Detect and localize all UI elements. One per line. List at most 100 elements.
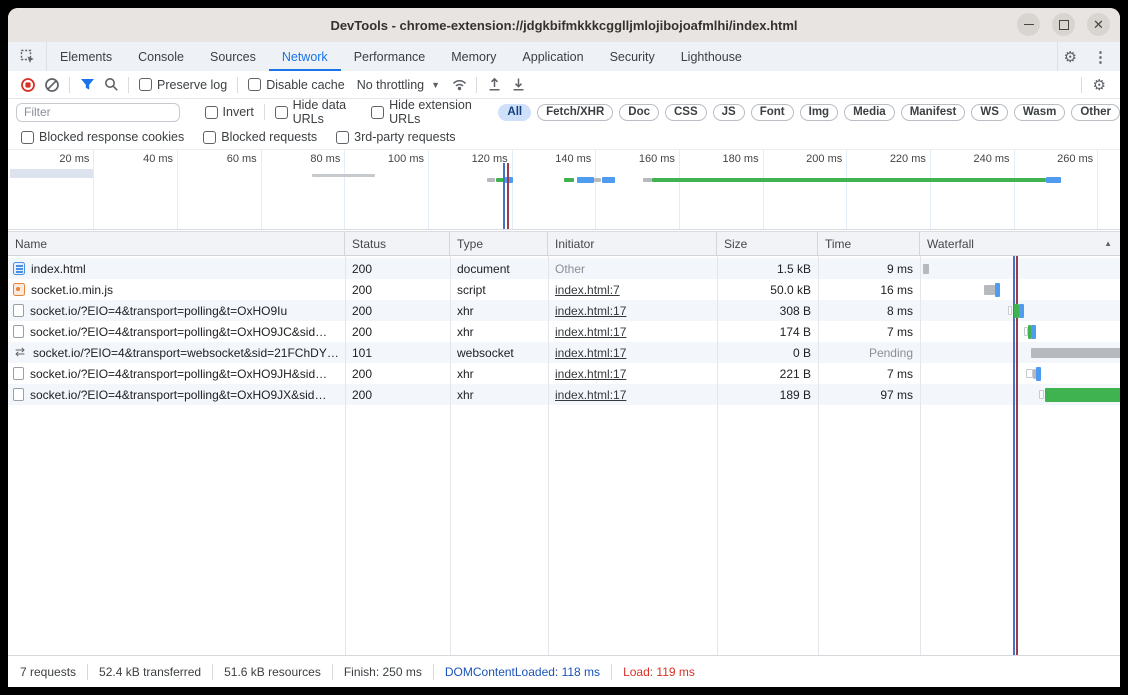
minimize-button[interactable] [1017, 13, 1040, 36]
table-row[interactable]: socket.io/?EIO=4&transport=polling&t=OxH… [8, 321, 1120, 342]
requests-table-header: NameStatus Type InitiatorSizeTimeWaterfall… [8, 231, 1120, 256]
initiator-link[interactable]: index.html:17 [555, 304, 626, 318]
settings-gear-icon[interactable]: ⚙ [1058, 48, 1083, 66]
type-cell: xhr [450, 363, 548, 384]
tab-memory[interactable]: Memory [438, 42, 509, 71]
network-filter-row: Invert Hide data URLs Hide extension URL… [8, 99, 1120, 125]
table-row[interactable]: index.html200documentOther1.5 kB9 ms [8, 258, 1120, 279]
time-cell: 16 ms [818, 279, 920, 300]
export-har-button[interactable] [506, 74, 530, 96]
hide-extension-urls-checkbox[interactable]: Hide extension URLs [371, 98, 481, 126]
blocked-requests-checkbox[interactable]: Blocked requests [203, 130, 317, 144]
column-header-time[interactable]: Time [818, 232, 920, 255]
tab-lighthouse[interactable]: Lighthouse [668, 42, 755, 71]
time-cell: 8 ms [818, 300, 920, 321]
request-name: index.html [31, 262, 86, 276]
3rd-party-requests-checkbox[interactable]: 3rd-party requests [336, 130, 455, 144]
search-button[interactable] [99, 74, 123, 96]
filter-chip-media[interactable]: Media [844, 104, 895, 121]
table-row[interactable]: socket.io/?EIO=4&transport=polling&t=OxH… [8, 300, 1120, 321]
network-conditions-button[interactable] [447, 74, 471, 96]
record-network-log-button[interactable] [16, 74, 40, 96]
filter-chip-other[interactable]: Other [1071, 104, 1120, 121]
filter-chip-ws[interactable]: WS [971, 104, 1008, 121]
initiator-cell: index.html:17 [548, 342, 717, 363]
tab-network[interactable]: Network [269, 42, 341, 71]
request-name-cell: socket.io/?EIO=4&transport=polling&t=OxH… [8, 300, 345, 321]
filter-chip-js[interactable]: JS [713, 104, 745, 121]
title-bar[interactable]: DevTools - chrome-extension://jdgkbifmkk… [8, 8, 1120, 43]
initiator-text: Other [555, 262, 585, 276]
request-name: socket.io/?EIO=4&transport=polling&t=OxH… [30, 325, 327, 339]
domcontentloaded-line [503, 163, 505, 229]
overview-tick-label: 220 ms [868, 153, 926, 165]
invert-checkbox[interactable]: Invert [205, 105, 254, 119]
checkbox-icon [336, 131, 349, 144]
divider [128, 77, 129, 93]
initiator-link[interactable]: index.html:17 [555, 346, 626, 360]
request-name: socket.io/?EIO=4&transport=polling&t=OxH… [30, 367, 327, 381]
file-icon [13, 367, 24, 380]
hide-data-urls-checkbox[interactable]: Hide data URLs [275, 98, 362, 126]
filter-input[interactable] [16, 103, 180, 122]
filter-chip-font[interactable]: Font [751, 104, 794, 121]
status-cell: 200 [345, 279, 450, 300]
table-row[interactable]: socket.io/?EIO=4&transport=polling&t=OxH… [8, 363, 1120, 384]
tab-console[interactable]: Console [125, 42, 197, 71]
time-cell: 9 ms [818, 258, 920, 279]
status-finish: Finish: 250 ms [344, 665, 422, 679]
status-cell: 101 [345, 342, 450, 363]
tab-sources[interactable]: Sources [197, 42, 269, 71]
network-settings-gear-icon[interactable]: ⚙ [1087, 76, 1112, 94]
filter-toggle-button[interactable] [75, 74, 99, 96]
tab-application[interactable]: Application [509, 42, 596, 71]
column-header-initiator[interactable]: Initiator [548, 232, 717, 255]
checkbox-icon [21, 131, 34, 144]
initiator-link[interactable]: index.html:7 [555, 283, 620, 297]
column-header-name[interactable]: Name [8, 232, 345, 255]
throttling-dropdown[interactable]: No throttling ▼ [357, 78, 440, 92]
overview-request-bar [594, 178, 601, 182]
overview-gridline [846, 150, 847, 229]
inspect-element-button[interactable] [8, 42, 47, 71]
network-overview-timeline[interactable]: 20 ms40 ms60 ms80 ms100 ms120 ms140 ms16… [8, 150, 1120, 230]
initiator-link[interactable]: index.html:17 [555, 388, 626, 402]
column-header-type[interactable]: Type [450, 232, 548, 255]
close-button[interactable]: ✕ [1087, 13, 1110, 36]
blocked-response-cookies-checkbox[interactable]: Blocked response cookies [21, 130, 184, 144]
initiator-cell: Other [548, 258, 717, 279]
overview-request-bar [652, 178, 1046, 182]
network-options-row: Blocked response cookies Blocked requests… [8, 125, 1120, 150]
tab-elements[interactable]: Elements [47, 42, 125, 71]
column-header-size[interactable]: Size [717, 232, 818, 255]
preserve-log-checkbox[interactable]: Preserve log [139, 78, 227, 92]
table-row[interactable]: socket.io.min.js200scriptindex.html:750.… [8, 279, 1120, 300]
filter-chip-fetch-xhr[interactable]: Fetch/XHR [537, 104, 613, 121]
clear-network-log-button[interactable] [40, 74, 64, 96]
initiator-link[interactable]: index.html:17 [555, 325, 626, 339]
filter-chip-img[interactable]: Img [800, 104, 838, 121]
filter-chip-manifest[interactable]: Manifest [901, 104, 966, 121]
table-row[interactable]: ⇄socket.io/?EIO=4&transport=websocket&si… [8, 342, 1120, 363]
filter-chip-css[interactable]: CSS [665, 104, 707, 121]
filter-chip-doc[interactable]: Doc [619, 104, 659, 121]
time-cell: Pending [818, 342, 920, 363]
filter-chip-all[interactable]: All [498, 104, 531, 121]
column-header-label: Type [457, 237, 483, 251]
more-options-icon[interactable]: ⋮ [1087, 48, 1114, 66]
column-header-waterfall[interactable]: Waterfall▲ [920, 232, 1120, 255]
tab-performance[interactable]: Performance [341, 42, 439, 71]
request-name: socket.io.min.js [31, 283, 113, 297]
import-har-button[interactable] [482, 74, 506, 96]
initiator-link[interactable]: index.html:17 [555, 367, 626, 381]
table-row[interactable]: socket.io/?EIO=4&transport=polling&t=OxH… [8, 384, 1120, 405]
maximize-button[interactable] [1052, 13, 1075, 36]
overview-gridline [1097, 150, 1098, 229]
status-cell: 200 [345, 300, 450, 321]
request-name-cell: socket.io/?EIO=4&transport=polling&t=OxH… [8, 321, 345, 342]
initiator-cell: index.html:17 [548, 321, 717, 342]
tab-security[interactable]: Security [597, 42, 668, 71]
column-header-status[interactable]: Status [345, 232, 450, 255]
disable-cache-checkbox[interactable]: Disable cache [248, 78, 345, 92]
filter-chip-wasm[interactable]: Wasm [1014, 104, 1065, 121]
